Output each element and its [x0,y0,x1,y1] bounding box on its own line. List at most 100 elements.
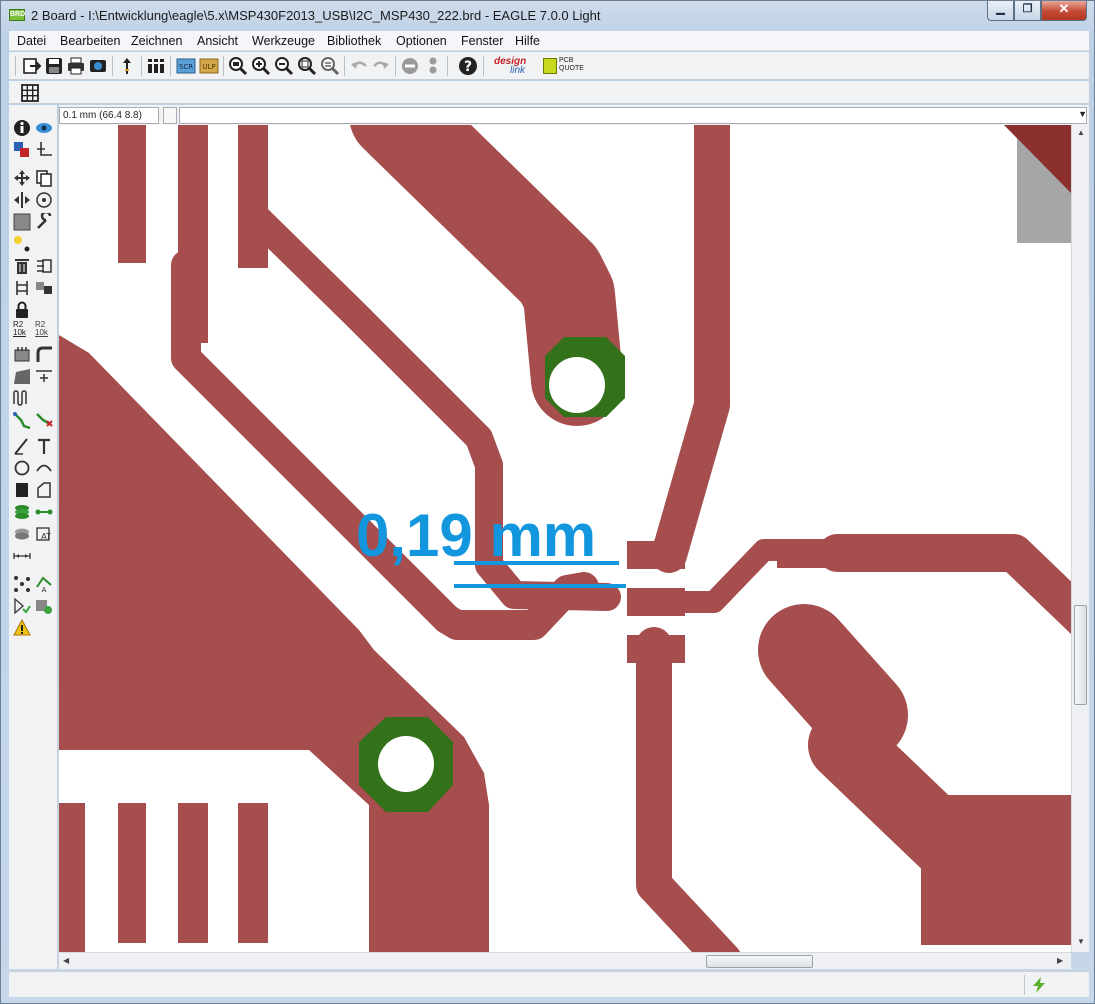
zoom-out-icon[interactable] [274,56,294,76]
redo-icon[interactable] [371,56,391,76]
cam-icon[interactable] [88,56,108,76]
scroll-left-icon[interactable]: ◀ [63,956,69,965]
menu-hilfe[interactable]: Hilfe [515,34,540,48]
toolbar-separator [395,56,396,76]
print-icon[interactable] [66,56,86,76]
menu-datei[interactable]: Datei [17,34,46,48]
show-icon[interactable] [35,119,53,137]
pinswap-icon[interactable] [13,279,31,297]
mark-icon[interactable] [35,141,53,159]
undo-icon[interactable] [349,56,369,76]
designlink-icon[interactable]: design link [492,56,540,76]
drc-icon[interactable] [13,597,31,615]
arc-icon[interactable] [35,459,53,477]
optimize-icon[interactable] [35,367,53,385]
menu-optionen[interactable]: Optionen [396,34,447,48]
copy-icon[interactable] [35,169,53,187]
attribute-icon[interactable]: AT [35,525,53,543]
scroll-right-icon[interactable]: ▶ [1057,956,1063,965]
value-icon[interactable]: R2 10k [35,321,53,339]
svg-text:?: ? [464,59,472,75]
lock-icon[interactable] [13,301,31,319]
command-input[interactable] [179,107,1087,124]
text-icon[interactable] [35,437,53,455]
horizontal-scroll-thumb[interactable] [706,955,813,968]
errors-icon[interactable] [13,619,31,637]
menu-ansicht[interactable]: Ansicht [197,34,238,48]
menu-fenster[interactable]: Fenster [461,34,503,48]
signal-icon[interactable] [35,503,53,521]
toolbar-separator [483,56,484,76]
add-icon[interactable] [35,257,53,275]
open-icon[interactable] [22,56,42,76]
toolbar-separator [344,56,345,76]
designlink-label-link: link [510,65,526,76]
info-icon[interactable] [13,119,31,137]
rect-icon[interactable] [13,481,31,499]
board-canvas[interactable]: 0,19 mm [59,125,1071,952]
replace-icon[interactable] [35,279,53,297]
vertical-scroll-thumb[interactable] [1074,605,1087,705]
menu-bibliothek[interactable]: Bibliothek [327,34,381,48]
group-icon[interactable] [13,213,31,231]
dimension-icon[interactable] [13,547,31,565]
zoom-redraw-icon[interactable] [297,56,317,76]
delete-icon[interactable] [13,257,31,275]
window-title: 2 Board - I:\Entwicklung\eagle\5.x\MSP43… [31,8,601,23]
grid-icon[interactable] [20,83,40,103]
autorouter-icon[interactable]: A [35,575,53,593]
coordinate-display: 0.1 mm (66.4 8.8) [59,107,159,124]
paste-icon[interactable] [13,235,31,253]
maximize-button[interactable]: ❐ [1014,1,1041,21]
rotate-icon[interactable] [35,191,53,209]
miter-icon[interactable] [35,345,53,363]
help-icon[interactable]: ? [458,56,478,76]
minimize-button[interactable]: ▁ [987,1,1014,21]
save-icon[interactable] [44,56,64,76]
via-icon[interactable] [13,503,31,521]
coordinate-option-box[interactable] [163,107,177,124]
polygon-icon[interactable] [35,481,53,499]
menu-zeichnen[interactable]: Zeichnen [131,34,182,48]
menu-bearbeiten[interactable]: Bearbeiten [60,34,120,48]
meander-icon[interactable] [13,389,31,407]
layer-stack-icon[interactable] [146,56,166,76]
vertical-scrollbar[interactable]: ▲ ▼ [1071,125,1089,952]
zoom-in-icon[interactable] [251,56,271,76]
pcbquote-icon[interactable]: PCB QUOTE [543,56,584,76]
ratsnest-icon[interactable] [13,575,31,593]
zoom-fit-icon[interactable] [228,56,248,76]
script-icon[interactable]: SCR [176,56,196,76]
title-bar[interactable]: BRD 2 Board - I:\Entwicklung\eagle\5.x\M… [1,1,1094,31]
scroll-down-icon[interactable]: ▼ [1077,937,1085,946]
ripup-icon[interactable] [35,411,53,429]
main-toolbar: SCR ULP ? design link PCB QUOTE [9,52,1089,80]
go-icon[interactable] [423,56,443,76]
name-icon[interactable]: R2 10k [13,321,31,339]
scroll-up-icon[interactable]: ▲ [1077,128,1085,137]
command-dropdown-icon[interactable]: ▼ [1078,109,1087,119]
route-icon[interactable] [13,411,31,429]
upload-icon[interactable] [117,56,137,76]
change-icon[interactable] [35,213,53,231]
run-ulp-icon[interactable]: ULP [199,56,219,76]
split-icon[interactable] [13,367,31,385]
copper-pour [921,795,1071,945]
board-drawing[interactable]: 0,19 mm [59,125,1071,952]
horizontal-scrollbar[interactable]: ◀ ▶ [59,952,1071,969]
stop-icon[interactable] [400,56,420,76]
smash-icon[interactable] [13,345,31,363]
mirror-icon[interactable] [13,191,31,209]
close-button[interactable]: ✕ [1041,1,1087,21]
pcbquote-label-quote: QUOTE [559,65,584,72]
move-icon[interactable] [13,169,31,187]
status-bar [9,971,1089,997]
erc-icon[interactable] [35,597,53,615]
wire-icon[interactable] [13,437,31,455]
zoom-area-icon[interactable] [320,56,340,76]
circle-icon[interactable] [13,459,31,477]
menu-werkzeuge[interactable]: Werkzeuge [252,34,315,48]
display-layers-icon[interactable] [13,141,31,159]
hole-icon[interactable] [13,525,31,543]
lightning-icon[interactable] [1030,976,1048,994]
